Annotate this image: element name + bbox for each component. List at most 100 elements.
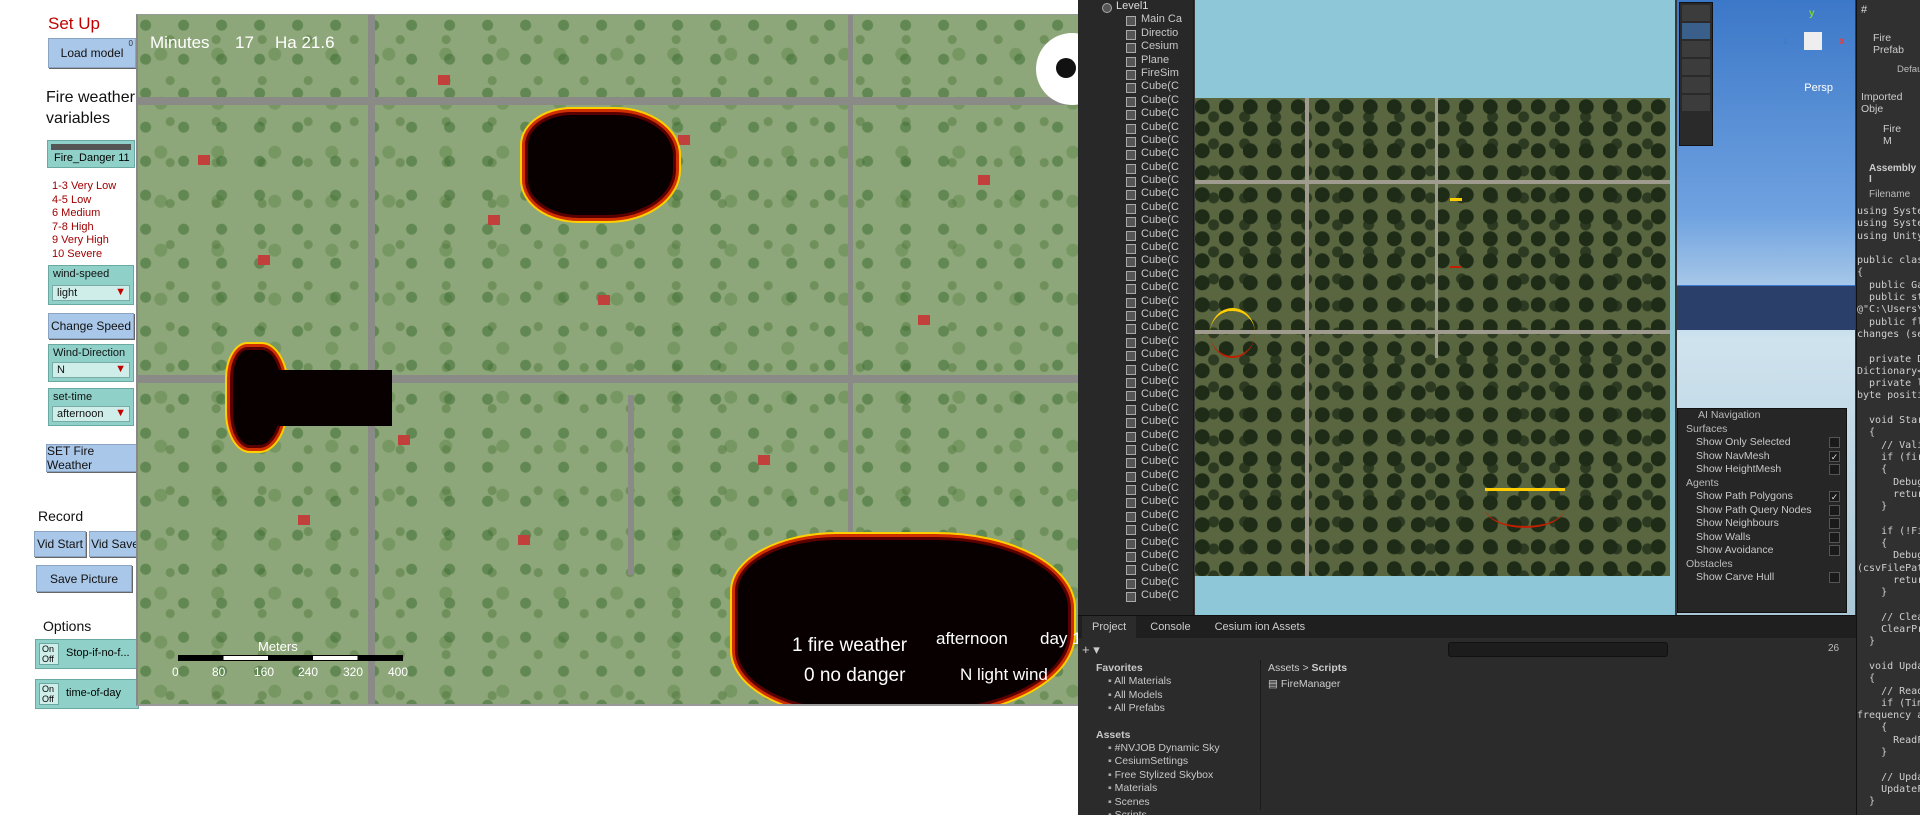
hierarchy-item[interactable]: Cube(C (1078, 375, 1193, 389)
ai-option-row[interactable]: Show Neighbours (1678, 517, 1846, 531)
hierarchy-item[interactable]: Cube(C (1078, 429, 1193, 442)
hierarchy-item[interactable]: Cube(C (1078, 121, 1193, 134)
hierarchy-item[interactable]: Cube(C (1078, 469, 1193, 483)
hand-tool-icon[interactable] (1682, 5, 1710, 21)
search-input[interactable] (1448, 642, 1668, 657)
tab-console[interactable]: Console (1140, 616, 1200, 638)
checkbox[interactable] (1829, 504, 1840, 516)
set-time-chooser[interactable]: set-time afternoon ▼ (48, 388, 134, 426)
hierarchy-item[interactable]: Cube(C (1078, 241, 1193, 255)
ai-option-row[interactable]: Show Avoidance (1678, 544, 1846, 558)
hierarchy-item[interactable]: Cube(C (1078, 482, 1193, 496)
project-folder[interactable]: ▪ Scripts (1086, 809, 1256, 815)
hierarchy-item[interactable]: Cube(C (1078, 576, 1193, 590)
project-folder[interactable]: ▪ Free Stylized Skybox (1086, 769, 1256, 782)
change-speed-button[interactable]: Change Speed (48, 313, 134, 339)
hierarchy-item[interactable]: Cube(C (1078, 335, 1193, 349)
hierarchy-item[interactable]: Cube(C (1078, 281, 1193, 295)
file-fire-manager[interactable]: ▤ FireManager (1268, 678, 1340, 690)
project-folder[interactable]: ▪ CesiumSettings (1086, 755, 1256, 768)
breadcrumb-assets[interactable]: Assets (1268, 662, 1300, 674)
checkbox[interactable]: ✓ (1829, 491, 1840, 502)
hierarchy-item[interactable]: Cube(C (1078, 94, 1193, 108)
ai-option-row[interactable]: Show Path Query Nodes (1678, 504, 1846, 518)
checkbox[interactable] (1829, 545, 1840, 556)
scene-viewport[interactable]: y x z Persp AI Navigation Surfaces Show … (1677, 0, 1855, 615)
hierarchy-item[interactable]: Cube(C (1078, 107, 1193, 121)
orientation-gizmo[interactable]: y x z (1777, 8, 1851, 86)
project-folder[interactable]: ▪ #NVJOB Dynamic Sky (1086, 742, 1256, 755)
hierarchy-item[interactable]: Main Ca (1078, 13, 1193, 27)
agents-header[interactable]: Agents (1678, 477, 1846, 491)
hierarchy-item[interactable]: Cube(C (1078, 522, 1193, 536)
vid-start-button[interactable]: Vid Start (34, 531, 86, 557)
hierarchy-item[interactable]: Directio (1078, 27, 1193, 41)
hierarchy-item[interactable]: Cube(C (1078, 214, 1193, 228)
project-folder[interactable]: ▪ All Materials (1086, 675, 1256, 688)
hierarchy-item[interactable]: Cube(C (1078, 536, 1193, 550)
hierarchy-item[interactable]: Cube(C (1078, 254, 1193, 268)
hierarchy-root[interactable]: Level1 (1078, 0, 1193, 14)
persp-label[interactable]: Persp (1804, 82, 1833, 94)
hierarchy-item[interactable]: Cube(C (1078, 495, 1193, 509)
hierarchy-item[interactable]: Cube(C (1078, 348, 1193, 362)
load-model-button[interactable]: Load model 0 (48, 38, 136, 68)
hierarchy-item[interactable]: Cube(C (1078, 589, 1193, 603)
transform-tool-icon[interactable] (1682, 95, 1710, 111)
scale-tool-icon[interactable] (1682, 59, 1710, 75)
project-folder[interactable]: ▪ Materials (1086, 782, 1256, 795)
ai-option-row[interactable]: Show NavMesh ✓ (1678, 450, 1846, 464)
checkbox[interactable] (1829, 518, 1840, 529)
hierarchy-item[interactable]: Cube(C (1078, 562, 1193, 576)
hierarchy-item[interactable]: Cube(C (1078, 509, 1193, 523)
vid-save-button[interactable]: Vid Save (89, 531, 141, 557)
simulation-map[interactable]: Minutes 17 Ha 21.6 1 fire weather aftern… (136, 14, 1078, 706)
time-of-day-switch[interactable]: On Off time-of-day (35, 679, 139, 709)
hierarchy-item[interactable]: Cube(C (1078, 388, 1193, 402)
obstacles-header[interactable]: Obstacles (1678, 558, 1846, 572)
hierarchy-item[interactable]: Cesium (1078, 40, 1193, 54)
switch-toggle[interactable]: On Off (39, 683, 59, 705)
favorites-header[interactable]: Favorites (1086, 662, 1256, 675)
checkbox[interactable] (1829, 572, 1840, 583)
hierarchy-item[interactable]: Cube(C (1078, 321, 1193, 335)
ai-option-row[interactable]: Show Carve Hull (1678, 571, 1846, 585)
hierarchy-item[interactable]: FireSim (1078, 67, 1193, 81)
tab-cesium-ion-assets[interactable]: Cesium ion Assets (1205, 616, 1315, 638)
hierarchy-item[interactable]: Cube(C (1078, 295, 1193, 308)
hierarchy-item[interactable]: Cube(C (1078, 147, 1193, 161)
stop-if-no-fire-switch[interactable]: On Off Stop-if-no-f... (35, 639, 139, 669)
breadcrumb-scripts[interactable]: Scripts (1312, 662, 1348, 674)
hierarchy-item[interactable]: Cube(C (1078, 402, 1193, 416)
ai-option-row[interactable]: Show Path Polygons ✓ (1678, 490, 1846, 504)
checkbox[interactable] (1829, 437, 1840, 448)
hierarchy-item[interactable]: Plane (1078, 54, 1193, 67)
hierarchy-item[interactable]: Cube(C (1078, 174, 1193, 188)
hierarchy-item[interactable]: Cube(C (1078, 442, 1193, 456)
wind-speed-chooser[interactable]: wind-speed light ▼ (48, 265, 134, 305)
checkbox[interactable] (1829, 464, 1840, 475)
view-control-icon[interactable] (1036, 33, 1078, 105)
switch-toggle[interactable]: On Off (39, 643, 59, 665)
wind-direction-chooser[interactable]: Wind-Direction N ▼ (48, 344, 134, 382)
game-view[interactable] (1195, 0, 1675, 615)
hierarchy-item[interactable]: Cube(C (1078, 134, 1193, 148)
rotate-tool-icon[interactable] (1682, 41, 1710, 57)
tab-project[interactable]: Project (1082, 616, 1137, 638)
gizmo-cube-icon[interactable] (1804, 32, 1822, 50)
project-folder[interactable]: ▪ Scenes (1086, 796, 1256, 809)
assets-header[interactable]: Assets (1086, 729, 1256, 742)
hierarchy-item[interactable]: Cube(C (1078, 228, 1193, 242)
ai-option-row[interactable]: Show Walls (1678, 531, 1846, 545)
add-icon[interactable]: + ▾ (1082, 642, 1100, 658)
hierarchy-item[interactable]: Cube(C (1078, 268, 1193, 282)
hierarchy-item[interactable]: Cube(C (1078, 455, 1193, 469)
ai-option-row[interactable]: Show HeightMesh (1678, 463, 1846, 477)
move-tool-icon[interactable] (1682, 23, 1710, 39)
hierarchy-item[interactable]: Cube(C (1078, 362, 1193, 375)
save-picture-button[interactable]: Save Picture (36, 565, 132, 592)
project-folder[interactable]: ▪ All Prefabs (1086, 702, 1256, 715)
hierarchy-item[interactable]: Cube(C (1078, 308, 1193, 322)
checkbox[interactable]: ✓ (1829, 450, 1840, 462)
ai-option-row[interactable]: Show Only Selected (1678, 436, 1846, 450)
